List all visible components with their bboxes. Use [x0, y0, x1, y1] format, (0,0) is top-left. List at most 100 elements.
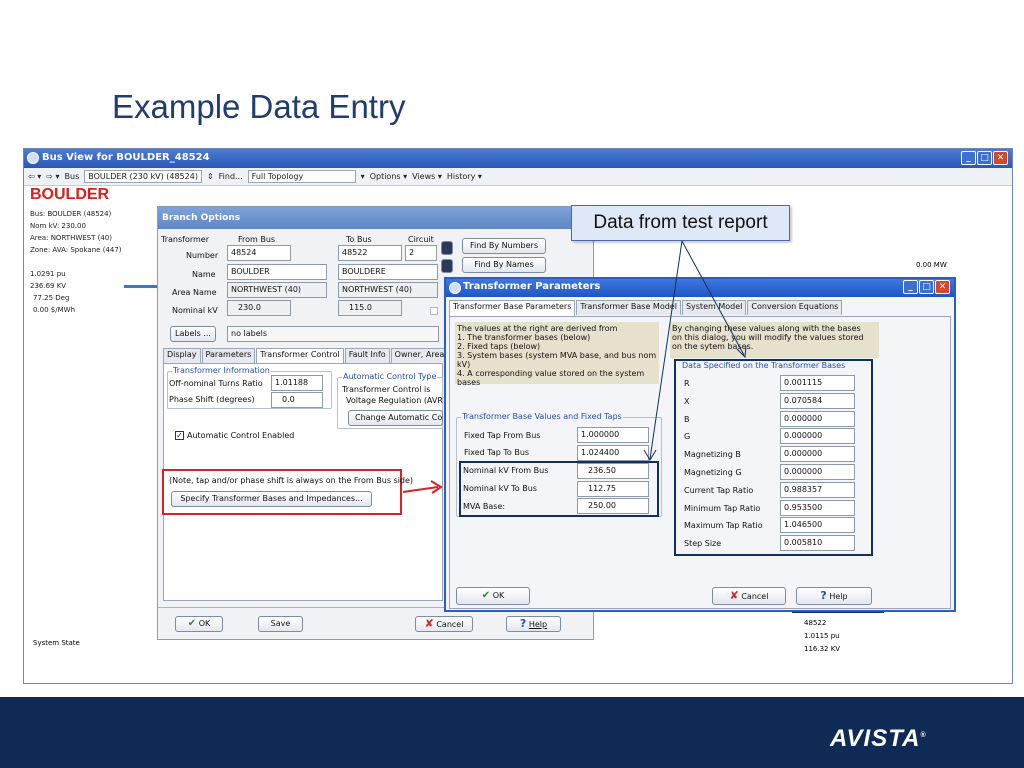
options-menu[interactable]: Options ▾: [370, 172, 407, 181]
minimize-icon[interactable]: _: [961, 151, 976, 165]
note-line: on the sytem bases.: [672, 342, 754, 351]
name-label: Name: [192, 270, 216, 279]
param-value-field[interactable]: 1.046500: [780, 517, 855, 534]
change-automatic-control-button[interactable]: Change Automatic Contr: [348, 410, 443, 426]
to-bus-header: To Bus: [346, 235, 372, 244]
param-label: Maximum Tap Ratio: [684, 521, 763, 531]
to-bus-number: 48522: [804, 619, 827, 627]
find-numbers-icon[interactable]: [441, 241, 453, 255]
from-bus-header: From Bus: [238, 235, 276, 244]
tap-note: (Note, tap and/or phase shift is always …: [169, 476, 414, 485]
off-nominal-field[interactable]: 1.01188: [271, 375, 323, 391]
circuit-field[interactable]: 2: [405, 245, 437, 261]
auto-type-line1: Transformer Control is: [342, 385, 431, 394]
find-by-names-button[interactable]: Find By Names: [462, 257, 546, 273]
auto-control-checkbox[interactable]: ✓ Automatic Control Enabled: [175, 431, 294, 440]
param-label: Current Tap Ratio: [684, 485, 754, 495]
note-line: By changing these values along with the …: [672, 324, 861, 333]
param-label: G: [684, 432, 691, 442]
param-value-field[interactable]: 0.953500: [780, 499, 855, 516]
param-value-field[interactable]: 0.001115: [780, 375, 855, 391]
cancel-x-icon: ✘: [424, 617, 434, 630]
bus-summary: BOULDER Bus: BOULDER (48524) Nom kV: 230…: [30, 186, 122, 316]
tab-base-model[interactable]: Transformer Base Model: [576, 300, 681, 315]
tp-window-controls: _ □ ✕: [903, 280, 950, 294]
find-by-numbers-button[interactable]: Find By Numbers: [462, 238, 546, 254]
to-bus-kv: 116.32 KV: [804, 645, 841, 653]
fixed-tap-from-label: Fixed Tap From Bus: [464, 431, 541, 440]
bus-name: BOULDER: [30, 186, 110, 203]
from-number-field[interactable]: 48524: [227, 245, 291, 261]
to-bus-pu: 1.0115 pu: [804, 632, 840, 640]
param-value-field[interactable]: 0.000000: [780, 410, 855, 427]
param-value-field[interactable]: 0.988357: [780, 481, 855, 498]
note-line: 2. Fixed taps (below): [457, 342, 541, 351]
param-label: X: [684, 396, 690, 406]
nominal-kv-from-field[interactable]: 236.50: [577, 463, 649, 479]
param-value-field[interactable]: 0.000000: [780, 464, 855, 480]
tab-base-parameters[interactable]: Transformer Base Parameters: [449, 300, 576, 316]
tab-conversion-equations[interactable]: Conversion Equations: [747, 300, 843, 315]
labels-button[interactable]: Labels ...: [170, 326, 216, 342]
tp-ok-button[interactable]: ✔ OK: [456, 587, 530, 605]
param-value-field[interactable]: 0.000000: [780, 428, 855, 445]
tp-help-question-icon: ?: [820, 589, 827, 602]
back-arrow-icon[interactable]: ⇦ ▾: [28, 172, 41, 181]
bus-spinner-icon[interactable]: ⇕: [207, 172, 214, 181]
auto-control-type-label: Automatic Control Type: [342, 372, 438, 381]
transformer-label: Transformer: [161, 235, 210, 244]
param-value-field[interactable]: 0.070584: [780, 392, 855, 409]
nominal-kv-to-field[interactable]: 112.75: [577, 481, 649, 497]
bus-selector[interactable]: BOULDER (230 kV) (48524): [84, 170, 202, 183]
number-label: Number: [186, 251, 219, 260]
tp-ok-check-icon: ✔: [481, 590, 491, 601]
history-menu[interactable]: History ▾: [447, 172, 482, 181]
maximize-icon[interactable]: □: [977, 151, 992, 165]
off-nominal-label: Off-nominal Turns Ratio: [169, 379, 263, 388]
tp-minimize-icon[interactable]: _: [903, 280, 918, 294]
ok-button[interactable]: ✔ OK: [175, 616, 223, 632]
app-icon: [27, 152, 39, 164]
tab-transformer-control[interactable]: Transformer Control: [256, 348, 344, 364]
checkbox-small[interactable]: [430, 307, 438, 315]
branch-options-title: Branch Options: [158, 207, 593, 229]
to-area-field: NORTHWEST (40): [338, 282, 438, 298]
note-line: 4. A corresponding value stored on the s…: [457, 369, 645, 387]
chevron-down-icon[interactable]: ▾: [361, 172, 365, 181]
to-number-field[interactable]: 48522: [338, 245, 402, 261]
tab-fault-info[interactable]: Fault Info: [344, 348, 390, 363]
topology-select[interactable]: Full Topology: [247, 170, 356, 183]
tp-cancel-button[interactable]: ✘ Cancel: [712, 587, 786, 605]
to-name-field[interactable]: BOULDERE: [338, 264, 438, 280]
tab-parameters[interactable]: Parameters: [201, 348, 256, 363]
tab-system-model[interactable]: System Model: [681, 300, 747, 315]
from-name-field[interactable]: BOULDER: [227, 264, 327, 280]
fixed-tap-from-field[interactable]: 1.000000: [577, 427, 649, 443]
fixed-tap-to-field[interactable]: 1.024400: [577, 445, 649, 461]
phase-shift-field[interactable]: 0.0: [271, 392, 323, 408]
tp-help-button[interactable]: ? Help: [796, 587, 872, 605]
save-button[interactable]: Save: [258, 616, 303, 632]
close-icon[interactable]: ✕: [993, 151, 1008, 165]
angle-deg: 77.25 Deg: [33, 294, 70, 302]
param-label: Magnetizing G: [684, 468, 742, 477]
cancel-button[interactable]: ✘ Cancel: [415, 616, 473, 632]
area-name-label: Area Name: [172, 288, 217, 297]
find-names-icon[interactable]: [441, 259, 453, 273]
mva-base-field[interactable]: 250.00: [577, 498, 649, 514]
help-button[interactable]: ? Help: [506, 616, 561, 632]
mva-base-label: MVA Base:: [463, 502, 506, 511]
param-value-field[interactable]: 0.005810: [780, 535, 855, 552]
voltage-kv: 236.69 KV: [30, 282, 67, 290]
tp-maximize-icon[interactable]: □: [919, 280, 934, 294]
forward-arrow-icon[interactable]: ⇨ ▾: [46, 172, 59, 181]
views-menu[interactable]: Views ▾: [412, 172, 442, 181]
tab-display[interactable]: Display: [163, 348, 201, 363]
specify-bases-button[interactable]: Specify Transformer Bases and Impedances…: [171, 491, 372, 507]
tp-app-icon: [449, 282, 461, 294]
param-value-field[interactable]: 0.000000: [780, 446, 855, 463]
tp-close-icon[interactable]: ✕: [935, 280, 950, 294]
find-button[interactable]: Find...: [219, 172, 243, 181]
labels-field[interactable]: no labels: [227, 326, 439, 342]
mw-flow: 0.00 MW: [916, 261, 947, 269]
